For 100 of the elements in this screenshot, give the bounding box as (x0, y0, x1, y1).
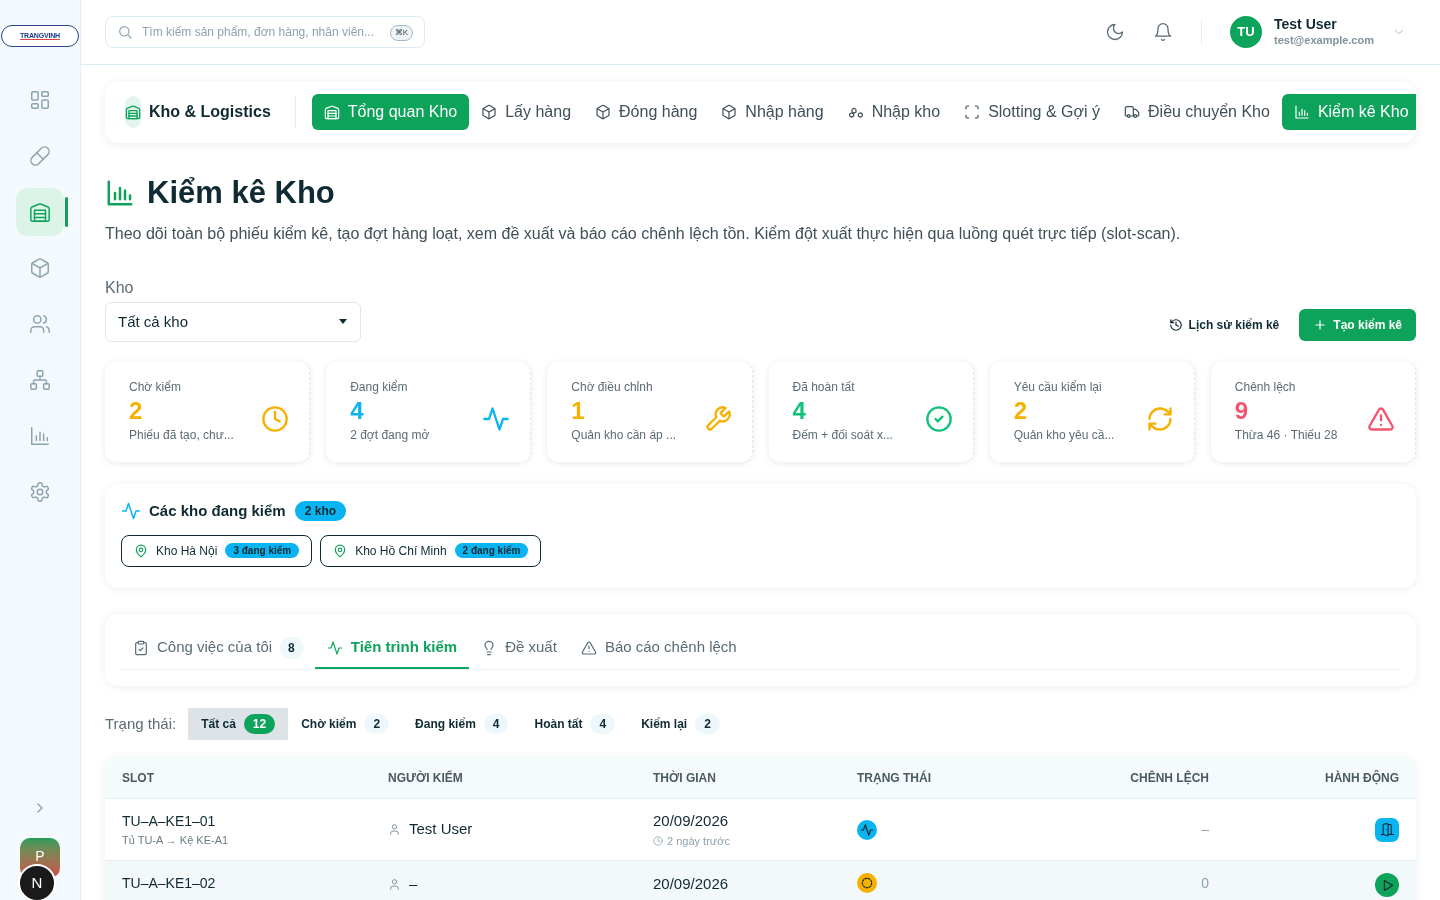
column-header: THỜI GIAN (653, 769, 717, 787)
settings-icon (29, 481, 51, 503)
notifications-button[interactable] (1153, 22, 1173, 42)
stat-label: Chờ kiểm (129, 379, 182, 396)
stat-label: Chờ điều chỉnh (571, 379, 654, 396)
count-badge: 2 đang kiểm (454, 543, 529, 558)
refresh-icon (1145, 405, 1174, 433)
avatar[interactable]: N (18, 864, 56, 900)
clock-icon (653, 835, 663, 846)
count-date: 20/09/2026 (653, 811, 730, 831)
bell-icon (1153, 22, 1173, 42)
user-icon (388, 823, 401, 836)
plus-icon (1313, 318, 1328, 332)
users-icon (29, 313, 51, 335)
module-title: Kho & Logistics (149, 102, 271, 122)
open-button[interactable] (1375, 817, 1399, 842)
view-tab[interactable]: Báo cáo chênh lệch (568, 628, 749, 669)
view-tab[interactable]: Đề xuất (469, 628, 569, 669)
stat-value: 2 (1013, 396, 1028, 426)
stat-label: Yêu cầu kiểm lại (1013, 379, 1103, 396)
count-badge: 3 đang kiểm (225, 543, 300, 558)
column-header: NGƯỜI KIỂM (388, 769, 464, 787)
module-tab[interactable]: Đóng hàng (583, 94, 710, 130)
truck-icon (1124, 104, 1140, 120)
status-chip[interactable]: Hoàn tất 4 (521, 708, 629, 740)
stat-value: 4 (792, 396, 807, 426)
stat-note: Quản kho yêu cầ... (1013, 427, 1116, 444)
column-header: CHÊNH LỆCH (1129, 769, 1209, 787)
module-tab[interactable]: Điều chuyển Kho (1112, 94, 1282, 130)
box-icon (595, 104, 612, 120)
discrepancy-value: 0 (1200, 874, 1209, 893)
slot-code: TU–A–KE1–01 (122, 811, 217, 831)
user-icon (388, 877, 401, 891)
pulse-icon (326, 639, 343, 656)
clock-icon (261, 405, 290, 433)
stat-value: 9 (1234, 396, 1250, 426)
chart-icon (1293, 104, 1310, 120)
door-icon (1379, 822, 1395, 837)
user-menu[interactable]: TU Test User test@example.com (1230, 16, 1406, 48)
warehouse-dropdown[interactable]: Tất cả kho (105, 302, 361, 342)
scan-icon (964, 104, 981, 120)
dashboard-icon (29, 89, 51, 111)
search-icon (117, 24, 133, 40)
box-icon (29, 257, 51, 279)
clipboard-icon (133, 639, 149, 656)
location-pin-icon (134, 543, 148, 558)
start-button[interactable] (1375, 873, 1399, 897)
network-icon (29, 369, 51, 391)
warehouse-icon (323, 104, 340, 120)
slot-location: Tủ TU-A → Kệ KE-A1 (122, 832, 230, 848)
stat-label: Đã hoàn tất (792, 379, 856, 396)
view-tab[interactable]: Công việc của tôi 8 (121, 628, 315, 669)
module-tab[interactable]: Nhập kho (835, 94, 953, 130)
stat-note: 2 đợt đang mở (350, 427, 431, 444)
status-chip[interactable]: Kiểm lại 2 (628, 708, 733, 740)
location-pin-icon (333, 543, 348, 558)
count-badge: 2 (695, 714, 720, 734)
history-icon (1168, 318, 1183, 332)
page-title: Kiểm kê Kho (147, 177, 335, 208)
wrench-icon (703, 405, 732, 433)
module-tab[interactable]: Lấy hàng (469, 94, 584, 130)
theme-button[interactable] (1105, 22, 1125, 42)
status-chip[interactable]: Đang kiểm 4 (402, 708, 522, 740)
count-badge: 4 (590, 714, 616, 734)
count-date: 20/09/2026 (653, 874, 730, 894)
box-icon (721, 104, 738, 120)
moon-icon (1105, 22, 1125, 42)
column-header: HÀNH ĐỘNG (1324, 769, 1399, 787)
pulse-icon (121, 501, 141, 522)
stat-value: 2 (129, 396, 144, 426)
pulse-icon (482, 405, 511, 433)
module-tab[interactable]: Nhập hàng (709, 94, 836, 130)
status-chip[interactable]: Chờ kiểm 2 (288, 708, 403, 740)
shortcut-badge: ⌘K (389, 25, 413, 41)
column-header: TRẠNG THÁI (857, 769, 932, 787)
module-tab[interactable]: Slotting & Gợi ý (952, 94, 1112, 130)
column-header: SLOT (122, 769, 155, 787)
stat-note: Phiếu đã tạo, chư... (129, 427, 235, 444)
count-badge: 8 (280, 636, 303, 659)
history-button[interactable]: Lịch sử kiểm kê (1168, 316, 1280, 334)
warning-icon (1367, 405, 1395, 433)
warehouse-chip[interactable]: Kho Hồ Chí Minh 2 đang kiểm (320, 534, 542, 567)
stat-label: Đang kiểm (350, 379, 409, 396)
panel-title: Các kho đang kiểm (149, 501, 286, 521)
warehouse-chip[interactable]: Kho Hà Nội 3 đang kiểm (121, 534, 313, 567)
stat-label: Chênh lệch (1234, 379, 1297, 396)
user-avatar: TU (1230, 16, 1262, 48)
stat-note: Đếm + đối soát x... (792, 427, 894, 444)
caret-icon (338, 319, 348, 325)
count-badge: 4 (483, 714, 509, 734)
check-circle-icon (924, 405, 953, 433)
warehouse-icon (29, 201, 51, 223)
warehouse-icon (125, 96, 141, 128)
discrepancy-value: – (1200, 820, 1209, 839)
field-label: Kho (105, 278, 135, 298)
stat-value: 1 (571, 396, 586, 426)
page-description: Theo dõi toàn bộ phiếu kiểm kê, tạo đợt hàng loạt, xem đề xuất và báo cáo chênh lệch tồn. Kiểm đột xuất thực hiện qua luồng quét trực tiếp (slot-scan). (105, 224, 1182, 244)
status-chip[interactable]: Tất cả 12 (188, 708, 289, 740)
pill-icon (29, 145, 51, 167)
counter-name: Test User (409, 819, 473, 840)
